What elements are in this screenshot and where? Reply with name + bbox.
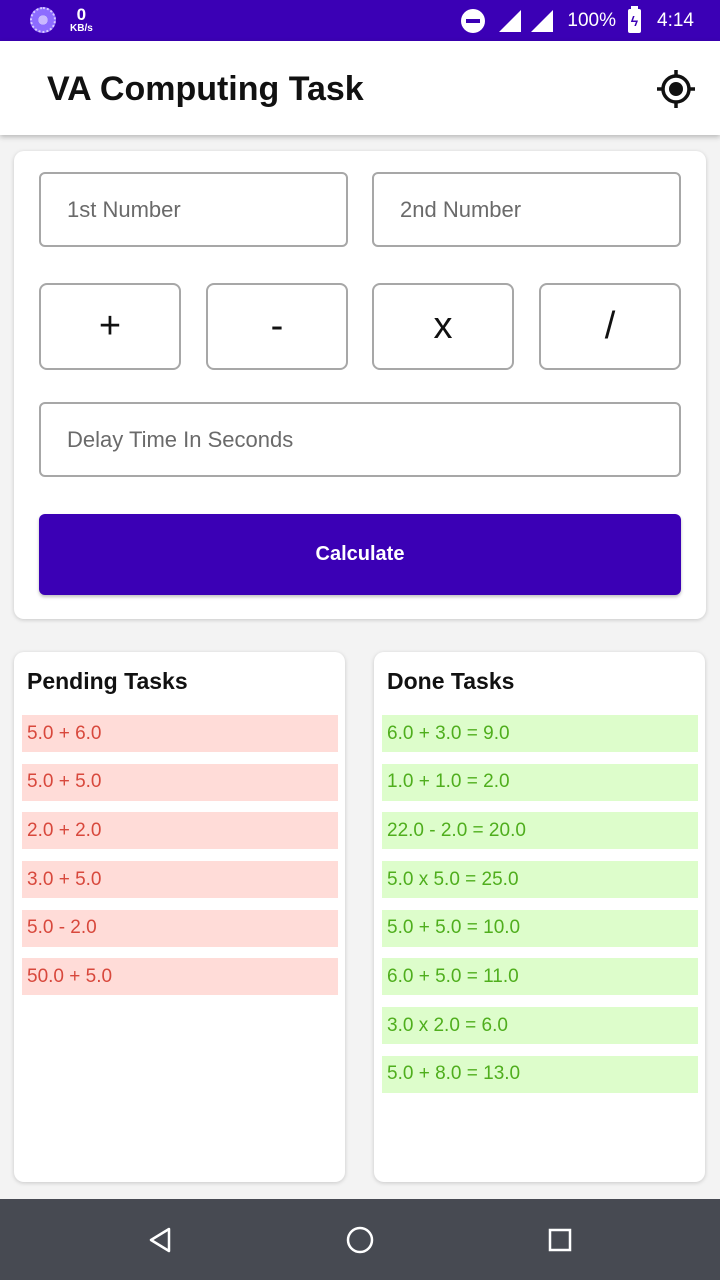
done-task-item: 1.0 + 1.0 = 2.0 bbox=[382, 763, 698, 801]
battery-percent: 100% bbox=[567, 9, 617, 31]
pending-task-item: 5.0 + 5.0 bbox=[22, 763, 338, 801]
my-location-button[interactable] bbox=[656, 69, 696, 109]
done-task-item: 6.0 + 3.0 = 9.0 bbox=[382, 715, 698, 752]
status-left: 0 KB/s bbox=[30, 6, 93, 34]
battery-charging-icon: ϟ bbox=[628, 5, 642, 33]
calculator-card: + - x / Calculate bbox=[14, 151, 706, 619]
pending-tasks-title: Pending Tasks bbox=[27, 668, 188, 694]
my-location-icon bbox=[657, 70, 695, 108]
pending-task-item: 50.0 + 5.0 bbox=[22, 958, 338, 996]
status-right: 100% ϟ 4:14 bbox=[447, 0, 694, 41]
home-button[interactable] bbox=[342, 1222, 378, 1258]
done-task-item: 6.0 + 5.0 = 11.0 bbox=[382, 958, 698, 996]
pending-task-item: 2.0 + 2.0 bbox=[22, 812, 338, 850]
system-navigation-bar bbox=[0, 1199, 720, 1280]
pending-task-item: 5.0 + 6.0 bbox=[22, 715, 338, 752]
clock: 4:14 bbox=[657, 9, 694, 31]
pending-tasks-card: Pending Tasks 5.0 + 6.0 5.0 + 5.0 2.0 + … bbox=[14, 652, 345, 1182]
delay-time-input[interactable] bbox=[39, 402, 681, 477]
done-task-item: 5.0 + 8.0 = 13.0 bbox=[382, 1055, 698, 1093]
app-title: VA Computing Task bbox=[47, 70, 364, 108]
home-icon bbox=[346, 1226, 374, 1254]
subtract-operator-button[interactable]: - bbox=[206, 283, 348, 370]
recents-icon bbox=[548, 1228, 572, 1252]
network-speed: 0 KB/s bbox=[70, 6, 93, 34]
back-icon bbox=[149, 1227, 171, 1253]
divide-operator-button[interactable]: / bbox=[539, 283, 681, 370]
done-task-item: 5.0 + 5.0 = 10.0 bbox=[382, 909, 698, 947]
network-speed-value: 0 bbox=[76, 5, 87, 24]
done-task-item: 5.0 x 5.0 = 25.0 bbox=[382, 861, 698, 899]
signal-icon bbox=[531, 9, 554, 32]
done-task-item: 22.0 - 2.0 = 20.0 bbox=[382, 812, 698, 850]
pending-tasks-list: 5.0 + 6.0 5.0 + 5.0 2.0 + 2.0 3.0 + 5.0 … bbox=[22, 715, 338, 1007]
do-not-disturb-icon bbox=[461, 8, 486, 33]
pending-task-item: 5.0 - 2.0 bbox=[22, 909, 338, 947]
status-bar: 0 KB/s 100% ϟ 4:14 bbox=[0, 0, 720, 41]
done-tasks-title: Done Tasks bbox=[387, 668, 515, 694]
done-tasks-card: Done Tasks 6.0 + 3.0 = 9.0 1.0 + 1.0 = 2… bbox=[374, 652, 705, 1182]
multiply-operator-button[interactable]: x bbox=[372, 283, 514, 370]
done-task-item: 3.0 x 2.0 = 6.0 bbox=[382, 1007, 698, 1045]
app-bar: VA Computing Task bbox=[0, 41, 720, 135]
add-operator-button[interactable]: + bbox=[39, 283, 181, 370]
speed-indicator-icon bbox=[30, 7, 56, 33]
first-number-input[interactable] bbox=[39, 172, 348, 247]
back-button[interactable] bbox=[142, 1222, 178, 1258]
recents-button[interactable] bbox=[542, 1222, 578, 1258]
pending-task-item: 3.0 + 5.0 bbox=[22, 861, 338, 899]
calculate-button[interactable]: Calculate bbox=[39, 514, 681, 595]
second-number-input[interactable] bbox=[372, 172, 681, 247]
signal-icon bbox=[499, 9, 522, 32]
done-tasks-list: 6.0 + 3.0 = 9.0 1.0 + 1.0 = 2.0 22.0 - 2… bbox=[382, 715, 698, 1105]
network-speed-unit: KB/s bbox=[70, 23, 93, 34]
